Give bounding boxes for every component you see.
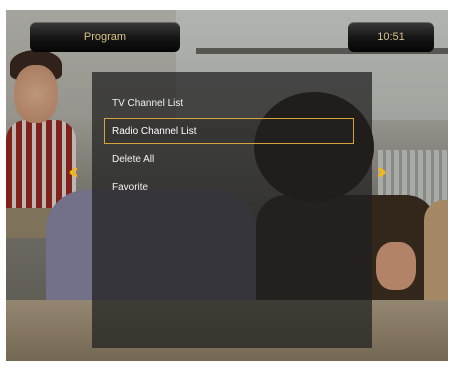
menu-item-label: Delete All — [112, 153, 155, 165]
menu-item-delete-all[interactable]: Delete All — [104, 146, 354, 172]
program-menu-list: TV Channel List Radio Channel List Delet… — [104, 90, 354, 202]
menu-item-label: TV Channel List — [112, 97, 184, 109]
clock-time: 10:51 — [377, 31, 405, 43]
double-chevron-right-icon[interactable]: ›› — [376, 162, 387, 184]
menu-item-favorite[interactable]: Favorite — [104, 174, 354, 200]
tv-screen: Program 10:51 TV Channel List Radio Chan… — [6, 10, 448, 361]
menu-title-bar: Program — [30, 22, 180, 52]
menu-item-tv-channel-list[interactable]: TV Channel List — [104, 90, 354, 116]
menu-item-label: Favorite — [112, 181, 149, 193]
clock-bar: 10:51 — [348, 22, 434, 52]
menu-item-radio-channel-list[interactable]: Radio Channel List — [104, 118, 354, 144]
menu-title: Program — [83, 31, 127, 43]
program-menu-panel: TV Channel List Radio Channel List Delet… — [92, 72, 372, 348]
double-chevron-left-icon[interactable]: ‹‹ — [68, 162, 79, 184]
menu-item-label: Radio Channel List — [112, 125, 197, 137]
